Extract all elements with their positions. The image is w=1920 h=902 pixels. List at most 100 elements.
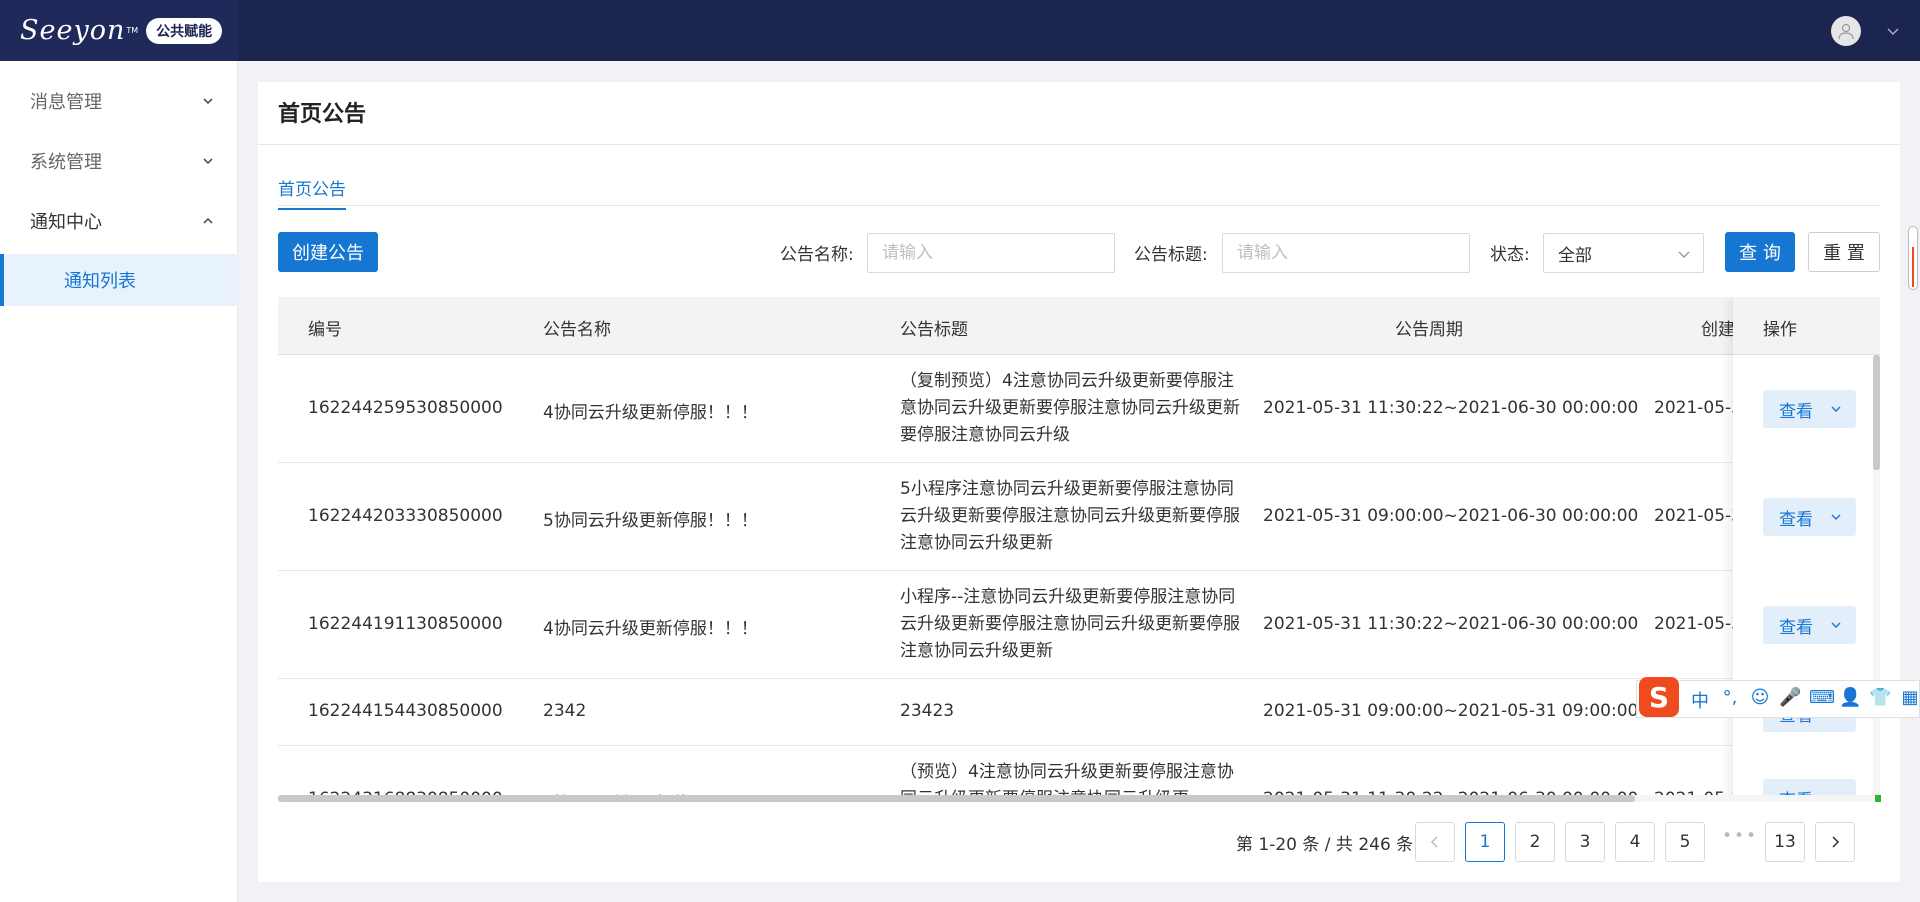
column-header-id: 编号 xyxy=(308,320,342,340)
page-button-last[interactable]: 13 xyxy=(1765,822,1805,862)
cell-name: 2342 xyxy=(543,701,587,721)
cell-created: 2021-05-3 xyxy=(1654,614,1742,634)
column-header-name: 公告名称 xyxy=(543,320,611,340)
cell-title: 小程序--注意协同云升级更新要停服注意协同云升级更新要停服注意协同云升级更新要停… xyxy=(900,587,1240,661)
cell-id: 162244203330850000 xyxy=(308,506,503,526)
ime-punct-icon[interactable]: °, xyxy=(1719,687,1741,713)
notice-table: 编号 公告名称 公告标题 公告周期 创建 162244259530850000 … xyxy=(278,297,1880,802)
chevron-down-icon xyxy=(203,98,213,105)
ime-icon-group: 中 °, ☺ 🎤 ⌨ 👤 👕 ▦ xyxy=(1689,687,1920,713)
view-button[interactable]: 查看 xyxy=(1763,498,1856,536)
ime-toolbar[interactable]: S 中 °, ☺ 🎤 ⌨ 👤 👕 ▦ xyxy=(1636,677,1920,718)
view-button-label: 查看 xyxy=(1779,509,1813,530)
cell-name: 4协同云升级更新停服！！！ xyxy=(543,403,758,423)
notice-name-input[interactable] xyxy=(867,233,1115,273)
logo-tm: TM xyxy=(126,26,139,35)
table-row: 162244203330850000 5协同云升级更新停服！！！ 5小程序注意协… xyxy=(278,463,1880,571)
page-title: 首页公告 xyxy=(278,102,367,127)
sidebar-item-label: 消息管理 xyxy=(30,92,102,113)
action-column-header: 操作 xyxy=(1733,297,1873,355)
create-notice-button[interactable]: 创建公告 xyxy=(278,232,378,272)
table-horizontal-scrollbar[interactable] xyxy=(278,795,1880,802)
scrollbar-thumb[interactable] xyxy=(278,795,1635,802)
page-scrollbar[interactable] xyxy=(1908,226,1918,290)
cell-title: 23423 xyxy=(900,701,955,721)
pagination-ellipsis[interactable]: ••• xyxy=(1722,826,1758,846)
logo-text: Seeyon xyxy=(20,15,126,46)
sidebar-item-label: 系统管理 xyxy=(30,152,102,173)
cell-id: 162244154430850000 xyxy=(308,701,503,721)
pagination-summary: 第 1-20 条 / 共 246 条 xyxy=(1236,835,1414,855)
notice-name-label: 公告名称: xyxy=(780,245,854,265)
scrollbar-thumb[interactable] xyxy=(1873,355,1880,470)
view-button-label: 查看 xyxy=(1779,401,1813,422)
chevron-down-icon xyxy=(203,158,213,165)
cell-created: 2021-05-3 xyxy=(1654,398,1742,418)
prev-page-button[interactable] xyxy=(1415,822,1455,862)
cell-title: 5小程序注意协同云升级更新要停服注意协同云升级更新要停服注意协同云升级更新要停服… xyxy=(900,479,1240,553)
cell-period: 2021-05-31 11:30:22~2021-06-30 00:00:00 xyxy=(1263,398,1639,418)
chevron-down-icon xyxy=(1678,251,1690,258)
next-page-button[interactable] xyxy=(1815,822,1855,862)
cell-created: 2021-05-3 xyxy=(1654,506,1742,526)
reset-button[interactable]: 重 置 xyxy=(1808,232,1880,272)
table-header: 编号 公告名称 公告标题 公告周期 创建 xyxy=(278,297,1880,355)
chevron-up-icon xyxy=(203,217,213,224)
table-row: 162244191130850000 4协同云升级更新停服！！！ 小程序--注意… xyxy=(278,571,1880,679)
sogou-logo-icon[interactable]: S xyxy=(1639,677,1679,717)
user-avatar[interactable] xyxy=(1831,16,1861,46)
ime-lang-icon[interactable]: 中 xyxy=(1689,687,1711,713)
status-select[interactable]: 全部 xyxy=(1543,233,1704,273)
ime-grid-icon[interactable]: ▦ xyxy=(1899,687,1920,713)
table-row: 162243168830850000 4协同云升级更新停服！！！ （预览）4注意… xyxy=(278,746,1880,802)
view-button-label: 查看 xyxy=(1779,617,1813,638)
query-button[interactable]: 查 询 xyxy=(1725,232,1795,272)
status-select-value: 全部 xyxy=(1558,245,1592,266)
table-vertical-scrollbar[interactable] xyxy=(1873,355,1880,802)
page-button-3[interactable]: 3 xyxy=(1565,822,1605,862)
cell-title: （复制预览）4注意协同云升级更新要停服注意协同云升级更新要停服注意协同云升级更新… xyxy=(900,371,1240,445)
ime-user-icon[interactable]: 👤 xyxy=(1839,687,1861,713)
sidebar-item-label: 通知中心 xyxy=(30,212,102,233)
cell-period: 2021-05-31 11:30:22~2021-06-30 00:00:00 xyxy=(1263,614,1639,634)
status-label: 状态: xyxy=(1490,245,1530,265)
logo-area[interactable]: Seeyon TM 公共赋能 xyxy=(0,0,238,61)
ime-mic-icon[interactable]: 🎤 xyxy=(1779,687,1801,713)
chevron-right-icon xyxy=(1832,836,1840,848)
scroll-corner-indicator xyxy=(1875,795,1881,802)
tab-divider xyxy=(278,205,1880,206)
chevron-left-icon xyxy=(1430,836,1438,848)
cell-name: 4协同云升级更新停服！！！ xyxy=(543,619,758,639)
chevron-down-icon xyxy=(1831,406,1841,412)
sidebar-item-label: 通知列表 xyxy=(64,271,136,292)
sidebar-item-notification-list[interactable]: 通知列表 xyxy=(0,254,238,306)
sidebar-item-message[interactable]: 消息管理 xyxy=(0,71,238,131)
chevron-down-icon xyxy=(1831,514,1841,520)
sidebar: 消息管理 系统管理 通知中心 通知列表 xyxy=(0,61,238,902)
view-button[interactable]: 查看 xyxy=(1763,390,1856,428)
chevron-down-icon[interactable] xyxy=(1886,24,1900,38)
user-icon xyxy=(1838,23,1854,40)
cell-id: 162244259530850000 xyxy=(308,398,503,418)
fixed-action-column: 操作 查看 查看 查看 查看 查看 xyxy=(1733,297,1873,802)
notice-title-input[interactable] xyxy=(1222,233,1470,273)
main-card: 首页公告 首页公告 创建公告 公告名称: 公告标题: 状态: 全部 查 询 重 … xyxy=(258,82,1900,882)
ime-skin-icon[interactable]: 👕 xyxy=(1869,687,1891,713)
page-button-2[interactable]: 2 xyxy=(1515,822,1555,862)
ime-keyboard-icon[interactable]: ⌨ xyxy=(1809,687,1835,713)
cell-period: 2021-05-31 09:00:00~2021-05-31 09:00:00 xyxy=(1263,701,1639,721)
sidebar-item-system[interactable]: 系统管理 xyxy=(0,131,238,191)
view-button[interactable]: 查看 xyxy=(1763,606,1856,644)
page-button-1[interactable]: 1 xyxy=(1465,822,1505,862)
ime-emoji-icon[interactable]: ☺ xyxy=(1749,687,1771,713)
sidebar-item-notification-center[interactable]: 通知中心 xyxy=(0,191,238,251)
notice-title-label: 公告标题: xyxy=(1134,245,1208,265)
cell-id: 162244191130850000 xyxy=(308,614,503,634)
logo-badge: 公共赋能 xyxy=(146,17,223,44)
top-bar: Seeyon TM 公共赋能 xyxy=(0,0,1920,61)
column-header-period: 公告周期 xyxy=(1395,320,1463,340)
page-button-4[interactable]: 4 xyxy=(1615,822,1655,862)
page-button-5[interactable]: 5 xyxy=(1665,822,1705,862)
divider xyxy=(258,144,1900,145)
column-header-created: 创建 xyxy=(1701,320,1735,340)
